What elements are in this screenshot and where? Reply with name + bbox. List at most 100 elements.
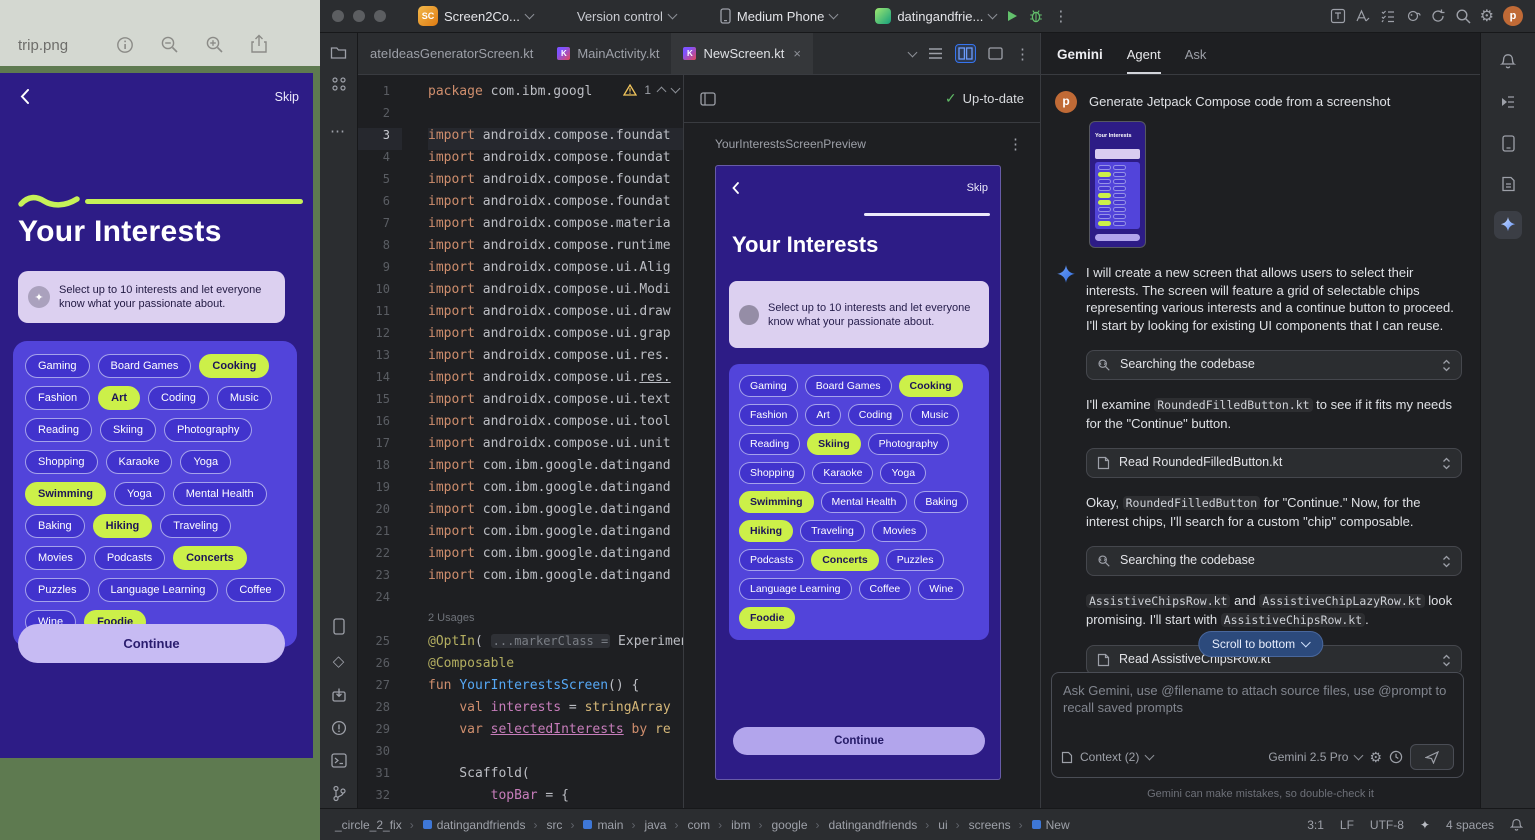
expand-collapse-icon[interactable] <box>1442 457 1451 470</box>
breadcrumb-item[interactable]: › New <box>1016 818 1073 832</box>
tab-agent[interactable]: Agent <box>1127 47 1161 74</box>
share-icon[interactable] <box>250 34 268 54</box>
project-tool-icon[interactable] <box>330 45 347 60</box>
tool-call-read-1[interactable]: Read RoundedFilledButton.kt <box>1086 448 1462 478</box>
attachment-thumbnail[interactable]: Your Interests <box>1089 121 1146 248</box>
run-button[interactable] <box>1005 9 1019 23</box>
terminal-icon[interactable] <box>331 753 347 768</box>
file-encoding[interactable]: UTF-8 <box>1370 818 1404 832</box>
caret-position[interactable]: 3:1 <box>1307 818 1324 832</box>
next-warning-icon[interactable] <box>671 84 681 94</box>
context-selector[interactable]: Context (2) <box>1080 750 1139 764</box>
notifications-icon[interactable] <box>1494 47 1522 75</box>
window-close-button[interactable] <box>332 10 344 22</box>
close-tab-icon[interactable]: × <box>793 46 801 61</box>
search-icon[interactable] <box>1455 8 1471 24</box>
gemini-diamond-icon[interactable]: ◇ <box>333 652 345 670</box>
layout-inspector-icon[interactable] <box>1330 8 1346 24</box>
user-message: p Generate Jetpack Compose code from a s… <box>1055 91 1462 113</box>
running-devices-icon[interactable] <box>1494 129 1522 157</box>
code-view-icon[interactable] <box>928 47 943 60</box>
tab-list-chevron-icon[interactable] <box>908 47 918 57</box>
project-selector[interactable]: SC Screen2Co... <box>418 6 533 26</box>
chat-composer[interactable]: Context (2) Gemini 2.5 Pro ⚙ <box>1051 672 1464 778</box>
task-list-icon[interactable] <box>1380 8 1396 24</box>
resource-manager-icon[interactable] <box>331 76 347 92</box>
problems-icon[interactable] <box>331 720 347 736</box>
version-control-menu[interactable]: Version control <box>577 9 676 24</box>
breadcrumb-item[interactable]: › main <box>567 818 626 832</box>
expand-collapse-icon[interactable] <box>1442 555 1451 568</box>
model-selector[interactable]: Gemini 2.5 Pro <box>1268 750 1348 764</box>
chat-history[interactable]: p Generate Jetpack Compose code from a s… <box>1041 75 1480 672</box>
interest-chip: Baking <box>25 514 85 538</box>
chevron-down-icon <box>1354 751 1364 761</box>
build-icon[interactable] <box>1405 8 1421 24</box>
breadcrumb-item[interactable]: › datingandfriends <box>813 818 921 832</box>
send-button[interactable] <box>1410 744 1454 770</box>
indent-size[interactable]: 4 spaces <box>1446 818 1494 832</box>
preview-mode-icon[interactable] <box>700 92 716 106</box>
interest-chip: Art <box>98 386 140 410</box>
tab-ask[interactable]: Ask <box>1185 47 1207 74</box>
breadcrumb-item[interactable]: › ui <box>922 818 950 832</box>
tool-call-search-2[interactable]: Searching the codebase <box>1086 546 1462 576</box>
ai-status-icon[interactable]: ✦ <box>1420 818 1430 832</box>
breadcrumb-item[interactable]: › _circle_2_fix <box>332 818 405 832</box>
continue-button: Continue <box>18 624 285 663</box>
breadcrumb-item[interactable]: › src <box>530 818 565 832</box>
prev-warning-icon[interactable] <box>657 87 667 97</box>
inspection-widget[interactable]: 1 <box>623 83 679 97</box>
breadcrumb-item[interactable]: › java <box>628 818 669 832</box>
tool-call-search-1[interactable]: Searching the codebase <box>1086 350 1462 380</box>
settings-icon[interactable]: ⚙ <box>1369 749 1382 766</box>
tab-mainactivity[interactable]: K MainActivity.kt <box>545 33 671 74</box>
scroll-to-bottom-button[interactable]: Scroll to bottom <box>1198 631 1323 657</box>
gutter: 1234567891011121314151617181920212223242… <box>358 84 402 808</box>
tab-newscreen[interactable]: K NewScreen.kt × <box>671 33 813 74</box>
file-read-icon <box>1097 653 1110 667</box>
status-bar: › _circle_2_fix › datingandfriends › src <box>320 808 1535 840</box>
app-insights-icon[interactable] <box>1494 170 1522 198</box>
editor-kebab-icon[interactable]: ⋮ <box>1015 45 1030 63</box>
window-minimize-button[interactable] <box>353 10 365 22</box>
interest-chip: Board Games <box>98 354 192 378</box>
breadcrumb-item[interactable]: › datingandfriends <box>407 818 529 832</box>
device-explorer-icon[interactable] <box>1494 88 1522 116</box>
expand-collapse-icon[interactable] <box>1442 654 1451 667</box>
running-devices-icon[interactable] <box>333 618 345 635</box>
design-view-icon[interactable] <box>988 47 1003 60</box>
preview-kebab-icon[interactable]: ⋮ <box>1008 135 1024 153</box>
status-notifications-icon[interactable] <box>1510 818 1523 832</box>
more-actions-kebab[interactable]: ⋮ <box>1053 7 1068 25</box>
zoom-in-icon[interactable] <box>205 35 224 54</box>
breadcrumb-item[interactable]: › com <box>671 818 713 832</box>
translate-icon[interactable] <box>1355 8 1371 24</box>
interest-chip: Language Learning <box>739 578 852 600</box>
project-icon: SC <box>418 6 438 26</box>
more-tool-windows-icon[interactable]: ⋯ <box>330 122 347 140</box>
breadcrumb-item[interactable]: › screens <box>953 818 1014 832</box>
breadcrumb-item[interactable]: › google <box>755 818 810 832</box>
breadcrumb-separator: › <box>674 818 678 832</box>
settings-icon[interactable]: ⚙ <box>1480 6 1494 26</box>
device-selector[interactable]: Medium Phone <box>720 8 837 24</box>
history-icon[interactable] <box>1389 750 1403 764</box>
chat-input[interactable] <box>1063 682 1452 732</box>
gemini-icon[interactable] <box>1494 211 1522 239</box>
tab-dateideasgeneratorscreen[interactable]: ateIdeasGeneratorScreen.kt <box>358 33 545 74</box>
run-configuration-selector[interactable]: datingandfrie... <box>875 8 996 24</box>
user-avatar[interactable]: p <box>1503 6 1523 26</box>
expand-collapse-icon[interactable] <box>1442 359 1451 372</box>
breadcrumb-item[interactable]: › ibm <box>715 818 753 832</box>
info-icon[interactable] <box>116 36 134 54</box>
line-ending[interactable]: LF <box>1340 818 1354 832</box>
sync-icon[interactable] <box>1430 8 1446 24</box>
debug-button[interactable] <box>1028 8 1044 24</box>
window-zoom-button[interactable] <box>374 10 386 22</box>
build-tool-icon[interactable] <box>331 687 347 703</box>
split-view-icon[interactable] <box>955 44 976 63</box>
version-control-icon[interactable] <box>332 785 346 802</box>
code-editor[interactable]: 1234567891011121314151617181920212223242… <box>358 75 683 808</box>
zoom-out-icon[interactable] <box>160 35 179 54</box>
